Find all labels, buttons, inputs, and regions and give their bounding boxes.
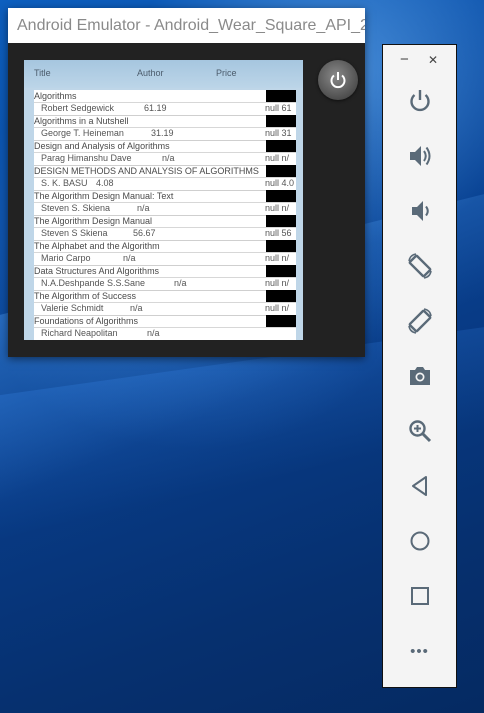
- book-details: Robert Sedgewick 61.19 null 61: [34, 102, 296, 116]
- book-price: 56.67: [133, 228, 156, 238]
- book-row[interactable]: Algorithms in a Nutshell George T. Heinem…: [34, 115, 296, 141]
- book-price: n/a: [162, 153, 175, 163]
- rotate-left-icon: [407, 253, 432, 279]
- home-button[interactable]: [383, 521, 456, 561]
- book-author: N.A.Deshpande S.S.Sane: [41, 278, 146, 288]
- minimize-button[interactable]: −: [400, 51, 409, 68]
- null-value: null n/: [265, 153, 290, 163]
- black-box: [266, 315, 296, 327]
- power-button[interactable]: [383, 81, 456, 121]
- null-value: null 4.0: [265, 178, 295, 188]
- more-icon: •••: [410, 642, 429, 660]
- book-author: S. K. BASU: [41, 178, 88, 188]
- window-title[interactable]: Android Emulator - Android_Wear_Square_A…: [8, 8, 365, 43]
- back-icon: [411, 476, 427, 496]
- null-value: null 56: [265, 228, 292, 238]
- power-fab-button[interactable]: [318, 60, 358, 100]
- book-row[interactable]: The Alphabet and the Algorithm Mario Carp…: [34, 240, 296, 266]
- volume-down-button[interactable]: [383, 191, 456, 231]
- zoom-button[interactable]: [383, 411, 456, 451]
- black-box: [266, 290, 296, 302]
- overview-icon: [410, 587, 429, 605]
- book-details: Steven S Skiena 56.67 null 56: [34, 227, 296, 241]
- book-details: Steven S. Skiena n/a null n/: [34, 202, 296, 216]
- book-price: n/a: [137, 203, 150, 213]
- null-value: null n/: [265, 253, 290, 263]
- device-frame: Title Author Price Algorithms Robert Sedg…: [8, 43, 365, 357]
- black-box: [266, 165, 296, 177]
- black-box: [266, 90, 296, 102]
- book-author: Steven S. Skiena: [41, 203, 111, 213]
- camera-icon: [409, 367, 430, 385]
- book-list[interactable]: Algorithms Robert Sedgewick 61.19 null 61 Al…: [34, 90, 296, 340]
- more-button[interactable]: •••: [383, 631, 456, 671]
- power-icon: [330, 72, 346, 89]
- screenshot-button[interactable]: [383, 356, 456, 396]
- null-value: null 61: [265, 103, 292, 113]
- book-author: Valerie Schmidt: [41, 303, 104, 313]
- book-row[interactable]: DESIGN METHODS AND ANALYSIS OF ALGORITHM…: [34, 165, 296, 191]
- book-author: Mario Carpo: [41, 253, 91, 263]
- black-box: [266, 240, 296, 252]
- book-author: Steven S Skiena: [41, 228, 108, 238]
- black-box: [266, 115, 296, 127]
- power-icon: [409, 90, 430, 112]
- table-header: Title Author Price: [24, 60, 303, 88]
- book-price: n/a: [130, 303, 143, 313]
- watch-screen[interactable]: Title Author Price Algorithms Robert Sedg…: [24, 60, 303, 340]
- book-author: George T. Heineman: [41, 128, 124, 138]
- volume-up-button[interactable]: [383, 136, 456, 176]
- volume-down-icon: [411, 201, 429, 221]
- null-value: null n/: [265, 203, 290, 213]
- rotate-right-icon: [407, 308, 432, 334]
- rotate-right-button[interactable]: [383, 301, 456, 341]
- book-row[interactable]: The Algorithm of Success Valerie Schmidt n…: [34, 290, 296, 316]
- book-details: S. K. BASU 4.08 null 4.0: [34, 177, 296, 191]
- back-button[interactable]: [383, 466, 456, 506]
- emulator-window: Android Emulator - Android_Wear_Square_A…: [8, 8, 365, 357]
- black-box: [266, 190, 296, 202]
- book-price: 31.19: [151, 128, 174, 138]
- book-author: Richard Neapolitan: [41, 328, 118, 338]
- book-row[interactable]: Foundations of Algorithms Richard Neapoli…: [34, 315, 296, 340]
- book-row[interactable]: Design and Analysis of Algorithms Parag H…: [34, 140, 296, 166]
- book-author: Robert Sedgewick: [41, 103, 115, 113]
- book-price: n/a: [174, 278, 187, 288]
- header-price: Price: [216, 68, 237, 78]
- zoom-icon: [408, 420, 431, 443]
- book-row[interactable]: The Algorithm Design Manual Steven S Skie…: [34, 215, 296, 241]
- home-icon: [410, 531, 429, 551]
- book-row[interactable]: The Algorithm Design Manual: Text Steven …: [34, 190, 296, 216]
- toolbar-window-controls: − ✕: [383, 51, 456, 69]
- header-title: Title: [34, 68, 51, 78]
- header-author: Author: [137, 68, 164, 78]
- book-price: 4.08: [96, 178, 114, 188]
- rotate-left-button[interactable]: [383, 246, 456, 286]
- null-value: null n/: [265, 303, 290, 313]
- overview-button[interactable]: [383, 576, 456, 616]
- book-details: Parag Himanshu Dave n/a null n/: [34, 152, 296, 166]
- book-details: Mario Carpo n/a null n/: [34, 252, 296, 266]
- book-price: n/a: [123, 253, 136, 263]
- book-details: Richard Neapolitan n/a: [34, 327, 296, 340]
- book-details: N.A.Deshpande S.S.Sane n/a null n/: [34, 277, 296, 291]
- black-box: [266, 140, 296, 152]
- book-price: n/a: [147, 328, 160, 338]
- null-value: null n/: [265, 278, 290, 288]
- null-value: null 31: [265, 128, 292, 138]
- close-button[interactable]: ✕: [428, 53, 438, 67]
- book-details: George T. Heineman 31.19 null 31: [34, 127, 296, 141]
- black-box: [266, 265, 296, 277]
- emulator-toolbar: − ✕ •••: [382, 44, 457, 688]
- book-price: 61.19: [144, 103, 167, 113]
- book-row[interactable]: Data Structures And Algorithms N.A.Deshpa…: [34, 265, 296, 291]
- book-author: Parag Himanshu Dave: [41, 153, 132, 163]
- black-box: [266, 215, 296, 227]
- book-details: Valerie Schmidt n/a null n/: [34, 302, 296, 316]
- volume-up-icon: [409, 146, 430, 166]
- book-row[interactable]: Algorithms Robert Sedgewick 61.19 null 61: [34, 90, 296, 116]
